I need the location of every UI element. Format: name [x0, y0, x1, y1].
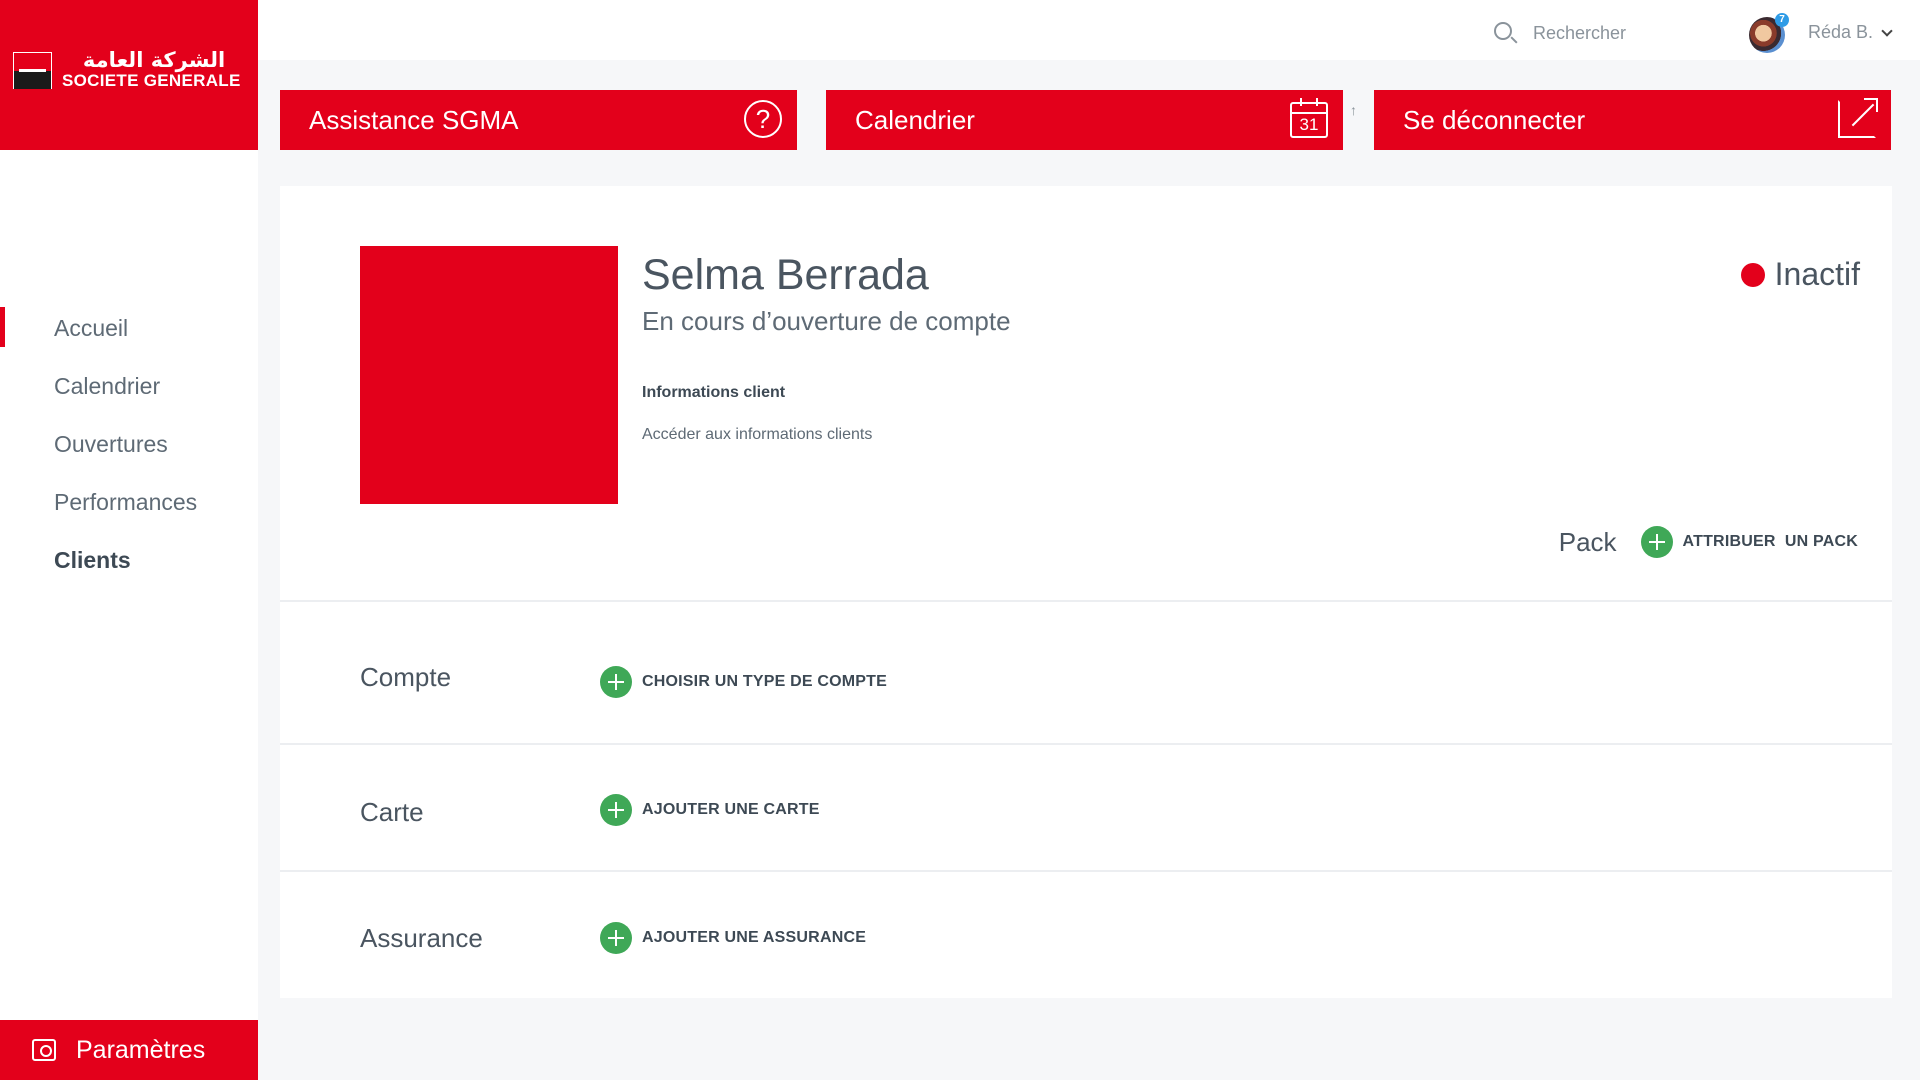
plus-circle-icon — [1640, 526, 1673, 558]
plus-circle-icon — [600, 922, 632, 954]
add-insurance-label: AJOUTER UNE ASSURANCE — [642, 929, 867, 946]
plus-circle-icon — [600, 794, 632, 826]
assistance-button[interactable]: Assistance SGMA ? — [280, 90, 797, 150]
sidebar: الشركة العامة SOCIETE GENERALE Accueil C… — [0, 0, 258, 1080]
client-photo — [360, 246, 618, 504]
add-card-label: AJOUTER UNE CARTE — [642, 801, 820, 818]
notification-badge[interactable]: 7 — [1775, 13, 1789, 27]
choose-account-type-button[interactable]: CHOISIR UN TYPE DE COMPTE — [600, 666, 887, 698]
sidebar-item-calendrier[interactable]: Calendrier — [0, 363, 258, 421]
brand-logo[interactable]: الشركة العامة SOCIETE GENERALE — [0, 0, 258, 150]
add-card-button[interactable]: AJOUTER UNE CARTE — [600, 794, 820, 826]
assign-pack-button[interactable]: ATTRIBUER UN PACK — [1640, 526, 1858, 558]
section-label-assurance: Assurance — [360, 923, 483, 953]
status-badge: Inactif — [1740, 256, 1860, 293]
calendar-icon: 31 — [1290, 98, 1328, 138]
logout-button[interactable]: Se déconnecter — [1374, 90, 1891, 150]
sidebar-item-clients[interactable]: Clients — [0, 537, 258, 595]
top-bar: 7 Réda B. — [258, 0, 1920, 60]
help-icon: ? — [744, 100, 782, 138]
plus-circle-icon — [600, 666, 632, 698]
settings-button[interactable]: Paramètres — [0, 1020, 258, 1080]
user-name[interactable]: Réda B. — [1808, 22, 1873, 43]
brand-name-arabic: الشركة العامة — [82, 48, 226, 72]
calendar-day: 31 — [1299, 115, 1319, 134]
divider — [280, 743, 1892, 745]
settings-icon — [32, 1039, 56, 1061]
pack-label: Pack — [1558, 526, 1617, 557]
status-dot-icon — [1740, 262, 1765, 287]
client-name: Selma Berrada — [642, 251, 929, 299]
status-label: Inactif — [1774, 256, 1860, 292]
chevron-down-icon[interactable] — [1881, 25, 1893, 37]
logout-label: Se déconnecter — [1403, 104, 1586, 135]
search-input[interactable] — [1533, 18, 1683, 48]
info-title: Informations client — [642, 384, 786, 401]
sort-arrow-icon: ↑ — [1350, 102, 1357, 118]
pack-row: Pack ATTRIBUER UN PACK — [1559, 526, 1858, 558]
client-card: Selma Berrada En cours d’ouverture de co… — [280, 186, 1892, 998]
brand-name: SOCIETE GENERALE — [62, 71, 241, 90]
sidebar-nav: Accueil Calendrier Ouvertures Performanc… — [0, 305, 258, 595]
section-label-carte: Carte — [360, 797, 424, 827]
sidebar-item-ouvertures[interactable]: Ouvertures — [0, 421, 258, 479]
section-label-compte: Compte — [360, 662, 452, 692]
search-icon[interactable] — [1494, 22, 1512, 40]
divider — [280, 600, 1892, 602]
choose-account-type-label: CHOISIR UN TYPE DE COMPTE — [642, 673, 888, 690]
divider — [280, 870, 1892, 872]
assign-pack-label: ATTRIBUER UN PACK — [1682, 533, 1858, 550]
assistance-label: Assistance SGMA — [309, 104, 519, 135]
add-insurance-button[interactable]: AJOUTER UNE ASSURANCE — [600, 922, 866, 954]
client-info-link[interactable]: Accéder aux informations clients — [642, 426, 872, 444]
client-status: En cours d’ouverture de compte — [642, 306, 1011, 336]
sidebar-item-performances[interactable]: Performances — [0, 479, 258, 537]
sidebar-item-accueil[interactable]: Accueil — [0, 305, 258, 363]
external-link-icon — [1838, 98, 1878, 138]
settings-label: Paramètres — [76, 1035, 206, 1064]
logo-mark-icon — [13, 52, 52, 89]
calendar-label: Calendrier — [855, 104, 975, 135]
calendar-button[interactable]: Calendrier 31 — [826, 90, 1343, 150]
